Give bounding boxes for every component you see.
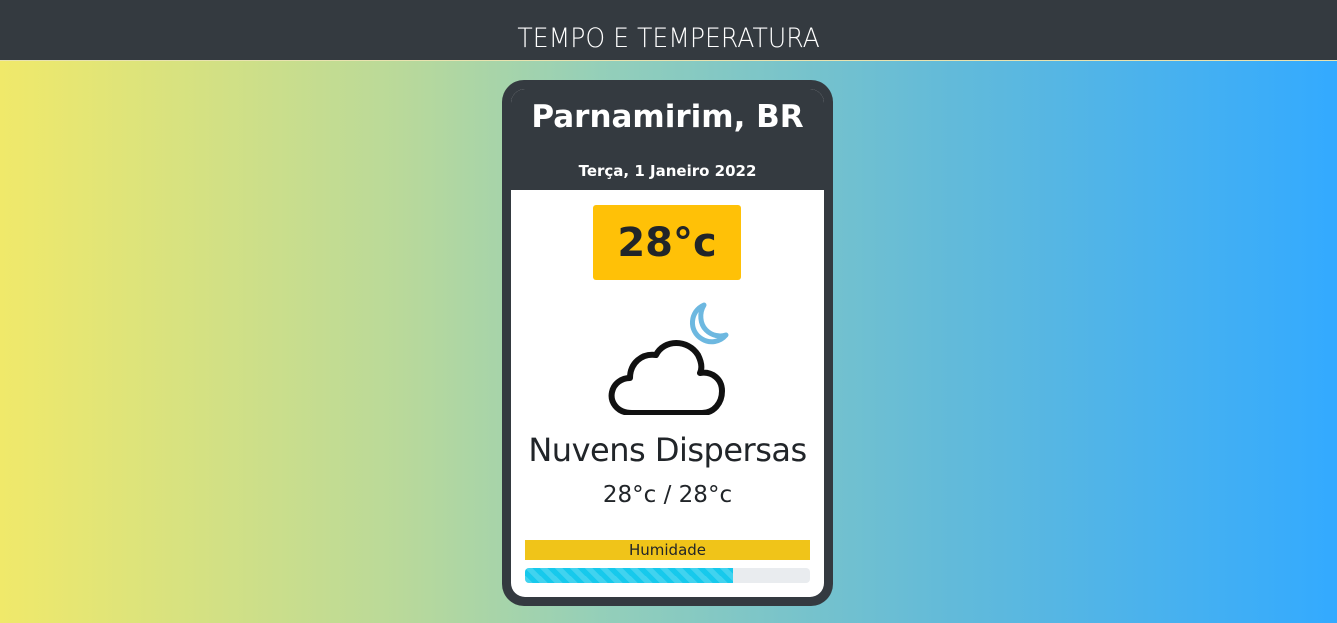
cloud-icon bbox=[608, 340, 725, 416]
temperature-badge: 28°c bbox=[593, 205, 741, 280]
humidity-progress-fill bbox=[525, 568, 734, 583]
humidity-progress-bar bbox=[525, 568, 810, 583]
current-date: Terça, 1 Janeiro 2022 bbox=[578, 162, 757, 180]
page-title: TEMPO E TEMPERATURA bbox=[517, 23, 820, 54]
top-navbar: TEMPO E TEMPERATURA bbox=[0, 0, 1337, 61]
min-max-temperature: 28°c / 28°c bbox=[602, 482, 733, 508]
cloud-moon-icon bbox=[604, 295, 734, 416]
moon-icon bbox=[690, 302, 729, 345]
page: TEMPO E TEMPERATURA Parnamirim, BR Terça… bbox=[0, 0, 1337, 623]
weather-card-body: Parnamirim, BR Terça, 1 Janeiro 2022 28°… bbox=[511, 89, 824, 597]
weather-card-header: Parnamirim, BR Terça, 1 Janeiro 2022 bbox=[511, 89, 824, 190]
humidity-label: Humidade bbox=[525, 540, 810, 560]
weather-description: Nuvens Dispersas bbox=[528, 431, 807, 469]
city-name: Parnamirim, BR bbox=[531, 99, 804, 135]
weather-card: Parnamirim, BR Terça, 1 Janeiro 2022 28°… bbox=[502, 80, 833, 606]
